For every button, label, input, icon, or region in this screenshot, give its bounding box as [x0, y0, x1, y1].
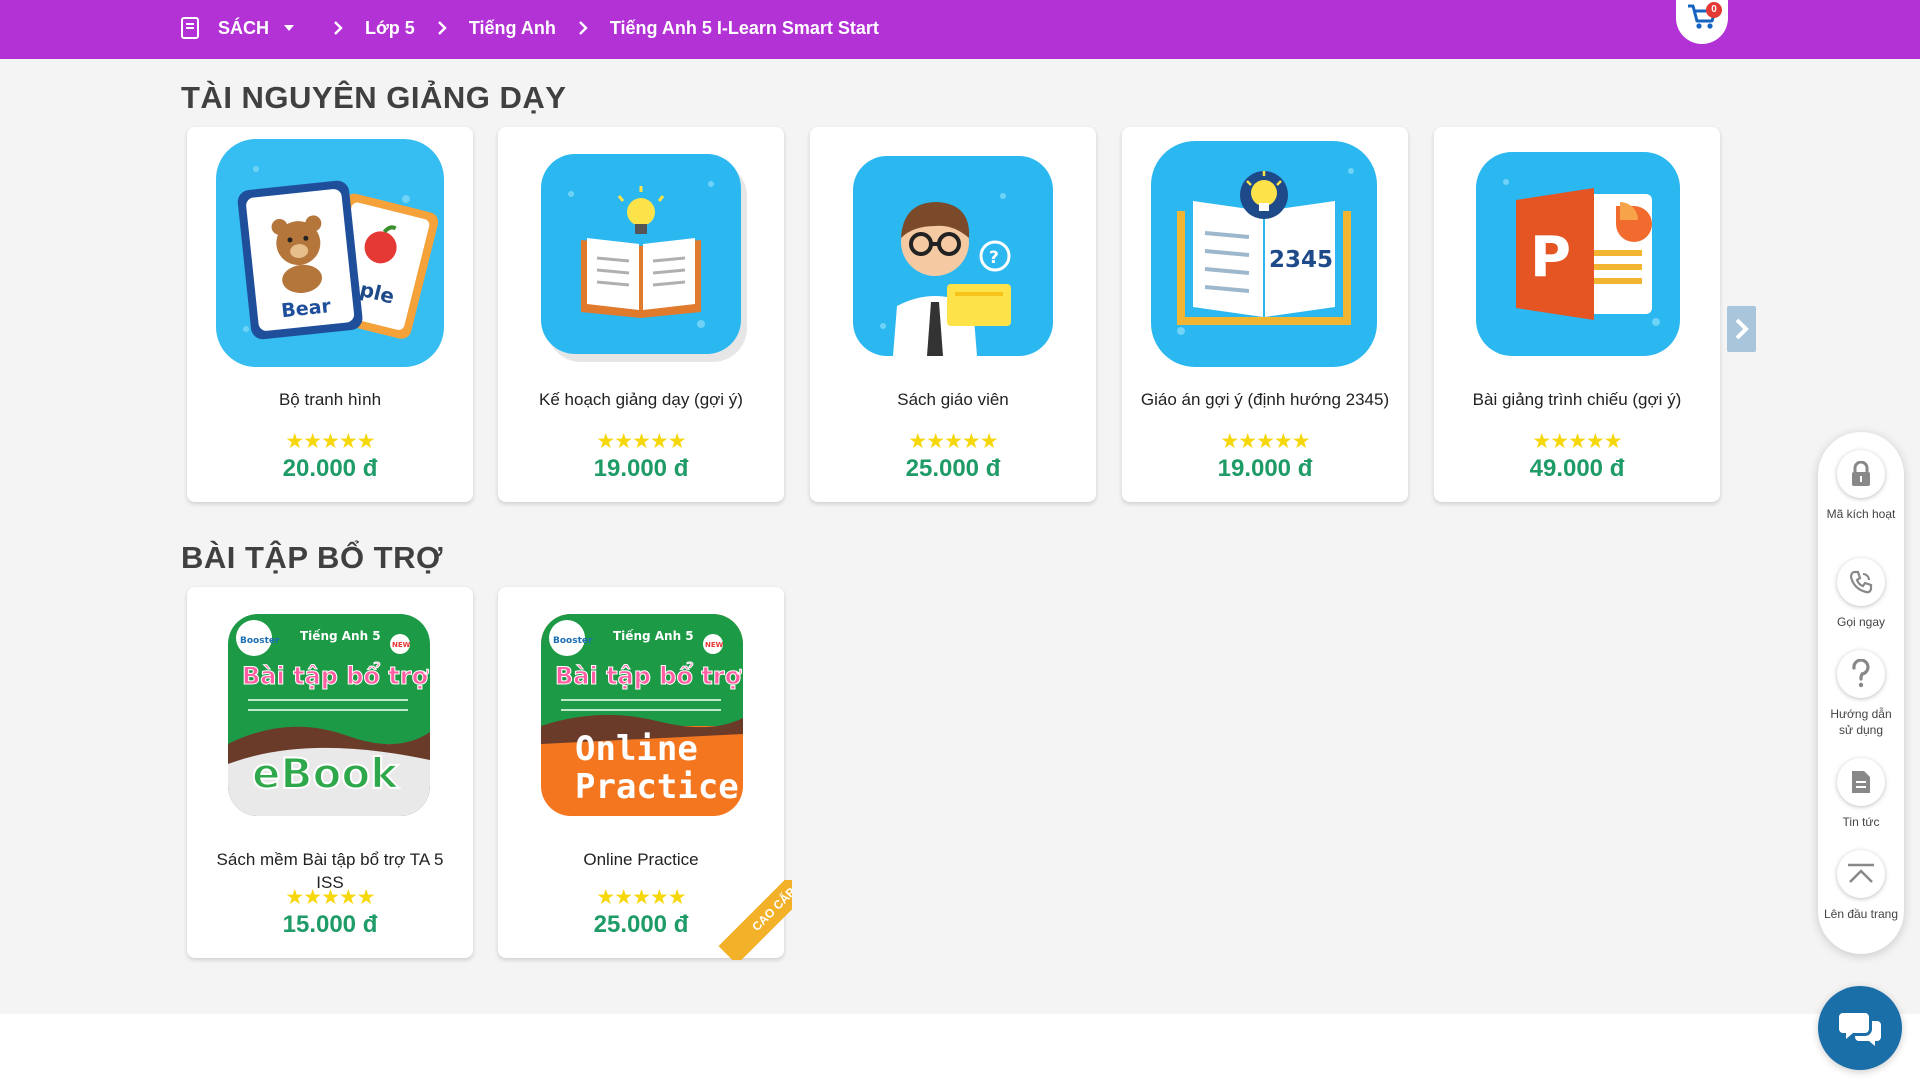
- sidebar-item-label: Tin tức: [1842, 815, 1880, 829]
- chevron-right-icon: [334, 21, 343, 35]
- breadcrumb-grade[interactable]: Lớp 5: [365, 18, 415, 39]
- question-icon: [1837, 650, 1885, 698]
- rating-stars: ★★★★★: [285, 886, 375, 909]
- quick-actions-sidebar: Mã kích hoạt Gọi ngay Hướng dẫn sử dụng …: [1818, 432, 1904, 954]
- chevron-right-icon: [437, 21, 447, 35]
- scroll-top-icon: [1837, 850, 1885, 898]
- call-now-button[interactable]: Gọi ngay: [1818, 558, 1904, 630]
- cover-title: Bài tập bổ trợ: [242, 660, 429, 690]
- section-title-practice: BÀI TẬP BỔ TRỢ: [181, 540, 443, 575]
- chat-button[interactable]: [1818, 986, 1902, 1070]
- product-card[interactable]: Kế hoạch giảng dạy (gợi ý) ★★★★★ 19.000 …: [498, 127, 784, 502]
- cover-online-label: Online: [575, 729, 698, 769]
- cover-brand: Booster: [240, 636, 280, 646]
- scroll-to-top-button[interactable]: Lên đầu trang: [1818, 850, 1904, 922]
- cover-title: Bài tập bổ trợ: [555, 660, 742, 690]
- cover-ebook-label: eBook: [252, 749, 399, 798]
- teacher-icon: ?: [853, 156, 1053, 356]
- cart-count-badge: 0: [1706, 2, 1722, 18]
- carousel-next-button[interactable]: [1727, 306, 1756, 352]
- chevron-right-icon: [578, 21, 588, 35]
- document-icon: [1837, 758, 1885, 806]
- sidebar-item-label: Hướng dẫn sử dụng: [1830, 707, 1892, 737]
- news-button[interactable]: Tin tức: [1818, 758, 1904, 830]
- sidebar-item-label: Mã kích hoạt: [1826, 507, 1896, 521]
- product-name: Sách giáo viên: [897, 390, 1009, 409]
- lesson-plan-icon: 2345: [1151, 141, 1377, 367]
- product-card[interactable]: 2345 Giáo án gợi ý (định hướng 2345) ★★★…: [1122, 127, 1408, 502]
- rating-stars: ★★★★★: [908, 430, 998, 453]
- rating-stars: ★★★★★: [285, 430, 375, 453]
- product-name: Bộ tranh hình: [278, 390, 382, 409]
- product-name: Bài giảng trình chiếu (gợi ý): [1472, 390, 1682, 409]
- cover-new-tag: NEW: [705, 641, 724, 649]
- product-card[interactable]: Booster Tiếng Anh 5 NEW Bài tập bổ trợ e…: [187, 587, 473, 958]
- cover-series: Tiếng Anh 5: [613, 629, 694, 643]
- product-price: 49.000 đ: [1529, 455, 1625, 482]
- section-title-teaching: TÀI NGUYÊN GIẢNG DẠY: [181, 80, 567, 115]
- flashcards-icon: pple Bear: [216, 139, 444, 367]
- question-badge: ?: [989, 248, 999, 268]
- product-card[interactable]: P Bài giảng trình chiếu (gợi ý) ★★★★★ 49…: [1434, 127, 1720, 502]
- sidebar-item-label: Gọi ngay: [1836, 615, 1886, 629]
- rating-stars: ★★★★★: [596, 430, 686, 453]
- cover-brand: Booster: [553, 636, 593, 646]
- lesson-plan-number: 2345: [1269, 247, 1333, 273]
- rating-stars: ★★★★★: [1220, 430, 1310, 453]
- cover-series: Tiếng Anh 5: [300, 629, 381, 643]
- product-card[interactable]: ? Sách giáo viên ★★★★★ 25.000 đ: [810, 127, 1096, 502]
- product-price: 15.000 đ: [282, 911, 378, 938]
- product-name: Kế hoạch giảng dạy (gợi ý): [539, 390, 743, 409]
- powerpoint-icon: P: [1476, 152, 1680, 356]
- rating-stars: ★★★★★: [1532, 430, 1622, 453]
- footer-area: [0, 1014, 1920, 1080]
- breadcrumb-current-book[interactable]: Tiếng Anh 5 I-Learn Smart Start: [610, 18, 879, 39]
- product-card[interactable]: pple Bear Bộ tranh hình ★★★★★ 20.000 đ: [187, 127, 473, 502]
- premium-label: CAO CẤP: [718, 880, 792, 960]
- breadcrumb: SÁCH Lớp 5 Tiếng Anh Tiếng Anh 5 I-Learn…: [180, 0, 879, 56]
- chevron-right-icon: [1735, 318, 1749, 340]
- ebook-cover-image: Booster Tiếng Anh 5 NEW Bài tập bổ trợ e…: [228, 614, 430, 816]
- premium-ribbon: CAO CẤP: [712, 880, 792, 960]
- online-practice-cover-image: Booster Tiếng Anh 5 NEW Bài tập bổ trợ O…: [541, 614, 743, 816]
- open-book-bulb-icon: [541, 154, 741, 354]
- breadcrumb-subject[interactable]: Tiếng Anh: [469, 18, 556, 39]
- powerpoint-letter: P: [1530, 225, 1571, 290]
- chevron-down-icon[interactable]: [283, 24, 295, 32]
- user-guide-button[interactable]: Hướng dẫn sử dụng: [1818, 650, 1904, 738]
- chat-icon: [1839, 1013, 1881, 1046]
- top-bar: SÁCH Lớp 5 Tiếng Anh Tiếng Anh 5 I-Learn…: [0, 0, 1920, 59]
- book-icon: [181, 17, 199, 39]
- activation-code-button[interactable]: Mã kích hoạt: [1818, 450, 1904, 522]
- sidebar-item-label: Lên đầu trang: [1823, 907, 1899, 921]
- lock-icon: [1837, 450, 1885, 498]
- product-price: 25.000 đ: [905, 455, 1001, 482]
- product-price: 19.000 đ: [593, 455, 689, 482]
- breadcrumb-books[interactable]: SÁCH: [218, 18, 269, 39]
- product-name: Online Practice: [583, 850, 699, 869]
- product-name: Giáo án gợi ý (định hướng 2345): [1140, 390, 1390, 409]
- product-price: 19.000 đ: [1217, 455, 1313, 482]
- product-price: 20.000 đ: [282, 455, 378, 482]
- cover-new-tag: NEW: [392, 641, 411, 649]
- cover-practice-label: Practice: [575, 767, 739, 807]
- phone-icon: [1837, 558, 1885, 606]
